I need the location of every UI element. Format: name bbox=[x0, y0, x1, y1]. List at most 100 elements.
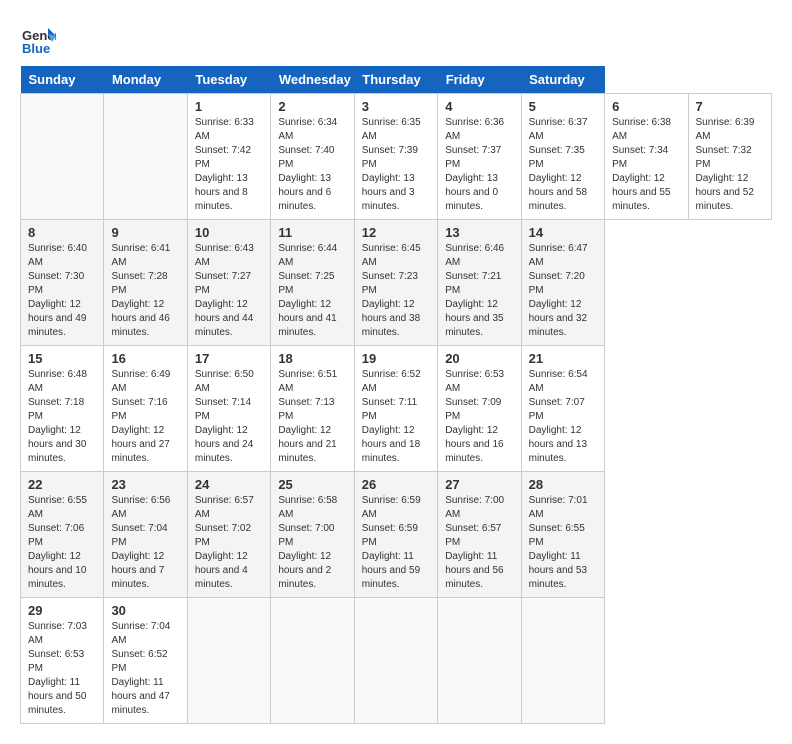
calendar-cell: 19 Sunrise: 6:52 AMSunset: 7:11 PMDaylig… bbox=[354, 346, 437, 472]
column-header-thursday: Thursday bbox=[354, 66, 437, 94]
calendar-cell: 23 Sunrise: 6:56 AMSunset: 7:04 PMDaylig… bbox=[104, 472, 187, 598]
calendar-cell: 17 Sunrise: 6:50 AMSunset: 7:14 PMDaylig… bbox=[187, 346, 270, 472]
calendar-cell: 6 Sunrise: 6:38 AMSunset: 7:34 PMDayligh… bbox=[605, 94, 688, 220]
day-info: Sunrise: 6:57 AMSunset: 7:02 PMDaylight:… bbox=[195, 494, 263, 592]
logo-icon: General Blue bbox=[20, 20, 56, 56]
calendar-cell bbox=[187, 598, 270, 724]
day-number: 26 bbox=[362, 477, 430, 492]
calendar-cell: 21 Sunrise: 6:54 AMSunset: 7:07 PMDaylig… bbox=[521, 346, 604, 472]
day-number: 17 bbox=[195, 351, 263, 366]
day-number: 2 bbox=[278, 99, 346, 114]
calendar-table: SundayMondayTuesdayWednesdayThursdayFrid… bbox=[20, 66, 772, 724]
calendar-cell bbox=[354, 598, 437, 724]
calendar-cell: 18 Sunrise: 6:51 AMSunset: 7:13 PMDaylig… bbox=[271, 346, 354, 472]
calendar-cell bbox=[521, 598, 604, 724]
column-header-sunday: Sunday bbox=[21, 66, 104, 94]
calendar-cell: 25 Sunrise: 6:58 AMSunset: 7:00 PMDaylig… bbox=[271, 472, 354, 598]
day-info: Sunrise: 6:38 AMSunset: 7:34 PMDaylight:… bbox=[612, 116, 680, 214]
day-info: Sunrise: 6:48 AMSunset: 7:18 PMDaylight:… bbox=[28, 368, 96, 466]
day-number: 30 bbox=[111, 603, 179, 618]
day-info: Sunrise: 6:45 AMSunset: 7:23 PMDaylight:… bbox=[362, 242, 430, 340]
column-header-monday: Monday bbox=[104, 66, 187, 94]
column-header-friday: Friday bbox=[438, 66, 521, 94]
day-number: 16 bbox=[111, 351, 179, 366]
day-number: 10 bbox=[195, 225, 263, 240]
day-number: 6 bbox=[612, 99, 680, 114]
day-info: Sunrise: 6:47 AMSunset: 7:20 PMDaylight:… bbox=[529, 242, 597, 340]
day-info: Sunrise: 6:44 AMSunset: 7:25 PMDaylight:… bbox=[278, 242, 346, 340]
calendar-week-1: 1 Sunrise: 6:33 AMSunset: 7:42 PMDayligh… bbox=[21, 94, 772, 220]
day-info: Sunrise: 6:36 AMSunset: 7:37 PMDaylight:… bbox=[445, 116, 513, 214]
day-number: 28 bbox=[529, 477, 597, 492]
calendar-body: 1 Sunrise: 6:33 AMSunset: 7:42 PMDayligh… bbox=[21, 94, 772, 724]
day-info: Sunrise: 6:54 AMSunset: 7:07 PMDaylight:… bbox=[529, 368, 597, 466]
day-info: Sunrise: 6:46 AMSunset: 7:21 PMDaylight:… bbox=[445, 242, 513, 340]
day-info: Sunrise: 6:50 AMSunset: 7:14 PMDaylight:… bbox=[195, 368, 263, 466]
calendar-cell: 30 Sunrise: 7:04 AMSunset: 6:52 PMDaylig… bbox=[104, 598, 187, 724]
day-number: 29 bbox=[28, 603, 96, 618]
day-info: Sunrise: 6:43 AMSunset: 7:27 PMDaylight:… bbox=[195, 242, 263, 340]
calendar-cell: 16 Sunrise: 6:49 AMSunset: 7:16 PMDaylig… bbox=[104, 346, 187, 472]
column-header-saturday: Saturday bbox=[521, 66, 604, 94]
day-number: 1 bbox=[195, 99, 263, 114]
calendar-cell: 12 Sunrise: 6:45 AMSunset: 7:23 PMDaylig… bbox=[354, 220, 437, 346]
day-info: Sunrise: 6:51 AMSunset: 7:13 PMDaylight:… bbox=[278, 368, 346, 466]
day-info: Sunrise: 7:00 AMSunset: 6:57 PMDaylight:… bbox=[445, 494, 513, 592]
day-info: Sunrise: 6:33 AMSunset: 7:42 PMDaylight:… bbox=[195, 116, 263, 214]
calendar-cell: 7 Sunrise: 6:39 AMSunset: 7:32 PMDayligh… bbox=[688, 94, 772, 220]
day-info: Sunrise: 6:59 AMSunset: 6:59 PMDaylight:… bbox=[362, 494, 430, 592]
day-number: 20 bbox=[445, 351, 513, 366]
calendar-cell: 14 Sunrise: 6:47 AMSunset: 7:20 PMDaylig… bbox=[521, 220, 604, 346]
day-info: Sunrise: 6:53 AMSunset: 7:09 PMDaylight:… bbox=[445, 368, 513, 466]
page-header: General Blue bbox=[20, 20, 772, 56]
day-number: 15 bbox=[28, 351, 96, 366]
day-number: 3 bbox=[362, 99, 430, 114]
day-number: 4 bbox=[445, 99, 513, 114]
day-info: Sunrise: 6:55 AMSunset: 7:06 PMDaylight:… bbox=[28, 494, 96, 592]
column-header-tuesday: Tuesday bbox=[187, 66, 270, 94]
calendar-cell: 8 Sunrise: 6:40 AMSunset: 7:30 PMDayligh… bbox=[21, 220, 104, 346]
calendar-week-2: 8 Sunrise: 6:40 AMSunset: 7:30 PMDayligh… bbox=[21, 220, 772, 346]
day-info: Sunrise: 6:39 AMSunset: 7:32 PMDaylight:… bbox=[696, 116, 765, 214]
day-info: Sunrise: 7:04 AMSunset: 6:52 PMDaylight:… bbox=[111, 620, 179, 718]
calendar-cell: 2 Sunrise: 6:34 AMSunset: 7:40 PMDayligh… bbox=[271, 94, 354, 220]
day-info: Sunrise: 6:35 AMSunset: 7:39 PMDaylight:… bbox=[362, 116, 430, 214]
day-info: Sunrise: 6:58 AMSunset: 7:00 PMDaylight:… bbox=[278, 494, 346, 592]
day-number: 23 bbox=[111, 477, 179, 492]
calendar-cell-empty bbox=[104, 94, 187, 220]
calendar-cell: 24 Sunrise: 6:57 AMSunset: 7:02 PMDaylig… bbox=[187, 472, 270, 598]
day-info: Sunrise: 6:41 AMSunset: 7:28 PMDaylight:… bbox=[111, 242, 179, 340]
calendar-header-row: SundayMondayTuesdayWednesdayThursdayFrid… bbox=[21, 66, 772, 94]
day-info: Sunrise: 7:01 AMSunset: 6:55 PMDaylight:… bbox=[529, 494, 597, 592]
day-number: 18 bbox=[278, 351, 346, 366]
calendar-cell: 20 Sunrise: 6:53 AMSunset: 7:09 PMDaylig… bbox=[438, 346, 521, 472]
day-number: 5 bbox=[529, 99, 597, 114]
calendar-week-3: 15 Sunrise: 6:48 AMSunset: 7:18 PMDaylig… bbox=[21, 346, 772, 472]
calendar-cell bbox=[271, 598, 354, 724]
svg-text:Blue: Blue bbox=[22, 41, 50, 56]
calendar-cell: 11 Sunrise: 6:44 AMSunset: 7:25 PMDaylig… bbox=[271, 220, 354, 346]
day-info: Sunrise: 6:40 AMSunset: 7:30 PMDaylight:… bbox=[28, 242, 96, 340]
day-number: 25 bbox=[278, 477, 346, 492]
calendar-cell: 9 Sunrise: 6:41 AMSunset: 7:28 PMDayligh… bbox=[104, 220, 187, 346]
day-info: Sunrise: 6:49 AMSunset: 7:16 PMDaylight:… bbox=[111, 368, 179, 466]
day-number: 9 bbox=[111, 225, 179, 240]
day-info: Sunrise: 6:34 AMSunset: 7:40 PMDaylight:… bbox=[278, 116, 346, 214]
calendar-week-4: 22 Sunrise: 6:55 AMSunset: 7:06 PMDaylig… bbox=[21, 472, 772, 598]
calendar-cell: 1 Sunrise: 6:33 AMSunset: 7:42 PMDayligh… bbox=[187, 94, 270, 220]
day-number: 12 bbox=[362, 225, 430, 240]
calendar-cell: 15 Sunrise: 6:48 AMSunset: 7:18 PMDaylig… bbox=[21, 346, 104, 472]
day-number: 7 bbox=[696, 99, 765, 114]
column-header-wednesday: Wednesday bbox=[271, 66, 354, 94]
calendar-cell: 13 Sunrise: 6:46 AMSunset: 7:21 PMDaylig… bbox=[438, 220, 521, 346]
day-number: 19 bbox=[362, 351, 430, 366]
day-number: 11 bbox=[278, 225, 346, 240]
day-info: Sunrise: 7:03 AMSunset: 6:53 PMDaylight:… bbox=[28, 620, 96, 718]
calendar-week-5: 29 Sunrise: 7:03 AMSunset: 6:53 PMDaylig… bbox=[21, 598, 772, 724]
day-info: Sunrise: 6:56 AMSunset: 7:04 PMDaylight:… bbox=[111, 494, 179, 592]
calendar-cell: 3 Sunrise: 6:35 AMSunset: 7:39 PMDayligh… bbox=[354, 94, 437, 220]
day-number: 21 bbox=[529, 351, 597, 366]
day-number: 27 bbox=[445, 477, 513, 492]
day-number: 14 bbox=[529, 225, 597, 240]
calendar-cell: 27 Sunrise: 7:00 AMSunset: 6:57 PMDaylig… bbox=[438, 472, 521, 598]
